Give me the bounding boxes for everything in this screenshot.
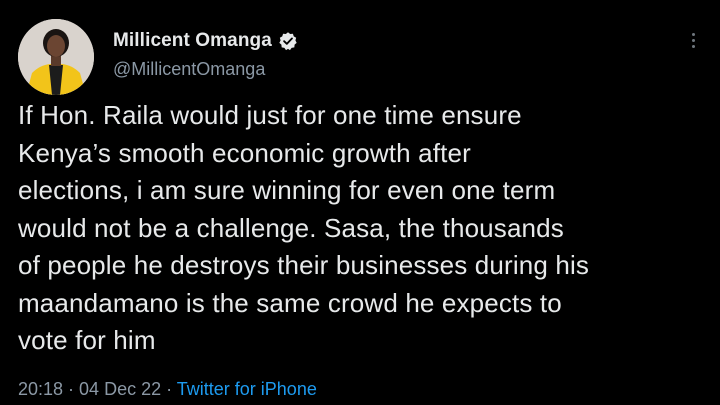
meta-separator: ·: [161, 379, 177, 399]
more-dot: [691, 44, 695, 48]
more-options-icon[interactable]: [686, 27, 700, 53]
tweet-meta: 20:18 · 04 Dec 22 · Twitter for iPhone: [18, 379, 317, 400]
meta-separator: ·: [63, 379, 80, 399]
tweet-date[interactable]: 04 Dec 22: [79, 379, 161, 399]
author-name-row: Millicent Omanga: [113, 27, 298, 55]
avatar[interactable]: [18, 19, 94, 95]
avatar-image: [18, 19, 94, 95]
more-dot: [691, 38, 695, 42]
tweet-source-link[interactable]: Twitter for iPhone: [177, 379, 317, 399]
author-handle[interactable]: @MillicentOmanga: [113, 59, 265, 80]
tweet-time[interactable]: 20:18: [18, 379, 63, 399]
display-name[interactable]: Millicent Omanga: [113, 30, 272, 52]
more-dot: [691, 32, 695, 36]
tweet-text: If Hon. Raila would just for one time en…: [18, 100, 590, 355]
tweet-card: Millicent Omanga @MillicentOmanga If Hon…: [0, 0, 720, 405]
verified-badge-icon: [278, 31, 298, 51]
